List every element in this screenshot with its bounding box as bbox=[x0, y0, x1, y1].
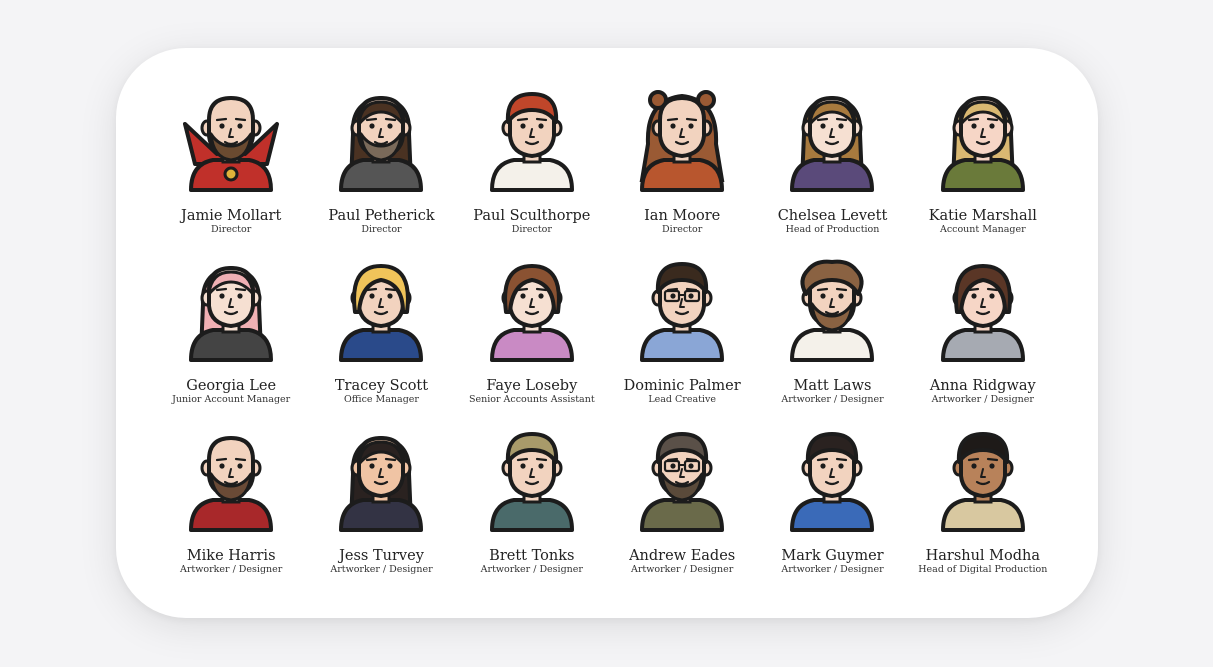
team-member: Katie Marshall Account Manager bbox=[908, 84, 1058, 254]
member-name: Jamie Mollart bbox=[181, 208, 282, 224]
member-role: Artworker / Designer bbox=[631, 564, 734, 575]
team-member: Ian Moore Director bbox=[607, 84, 757, 254]
member-role: Artworker / Designer bbox=[781, 394, 884, 405]
member-role: Head of Production bbox=[785, 224, 880, 235]
team-member: Georgia Lee Junior Account Manager bbox=[156, 254, 306, 424]
member-name: Faye Loseby bbox=[486, 378, 578, 394]
member-name: Paul Petherick bbox=[328, 208, 435, 224]
team-member: Dominic Palmer Lead Creative bbox=[607, 254, 757, 424]
member-name: Mark Guymer bbox=[781, 548, 884, 564]
member-name: Mike Harris bbox=[186, 548, 276, 564]
member-name: Chelsea Levett bbox=[777, 208, 888, 224]
team-member: Harshul Modha Head of Digital Production bbox=[908, 424, 1058, 594]
member-name: Dominic Palmer bbox=[623, 378, 741, 394]
member-role: Director bbox=[662, 224, 703, 235]
curly-hair-beard-avatar-icon bbox=[772, 254, 892, 366]
team-member: Jamie Mollart Director bbox=[156, 84, 306, 254]
team-member: Matt Laws Artworker / Designer bbox=[757, 254, 907, 424]
spiky-hair-avatar-icon bbox=[472, 424, 592, 536]
sorcerer-avatar-icon bbox=[171, 84, 291, 196]
team-member: Faye Loseby Senior Accounts Assistant bbox=[457, 254, 607, 424]
team-card: Jamie Mollart Director Paul Petherick Di… bbox=[116, 48, 1098, 618]
member-role: Director bbox=[511, 224, 552, 235]
ponytail-avatar-icon bbox=[472, 254, 592, 366]
member-name: Jess Turvey bbox=[339, 548, 424, 564]
team-member: Jess Turvey Artworker / Designer bbox=[306, 424, 456, 594]
member-role: Director bbox=[361, 224, 402, 235]
member-role: Senior Accounts Assistant bbox=[468, 394, 595, 405]
team-member: Anna Ridgway Artworker / Designer bbox=[908, 254, 1058, 424]
team-member: Andrew Eades Artworker / Designer bbox=[607, 424, 757, 594]
hoodie-glasses-avatar-icon bbox=[622, 424, 742, 536]
member-name: Brett Tonks bbox=[489, 548, 575, 564]
red-hair-avatar-icon bbox=[472, 84, 592, 196]
member-role: Artworker / Designer bbox=[781, 564, 884, 575]
member-name: Katie Marshall bbox=[928, 208, 1037, 224]
blue-plaid-avatar-icon bbox=[772, 424, 892, 536]
blonde-long-hair-avatar-icon bbox=[923, 84, 1043, 196]
team-member: Chelsea Levett Head of Production bbox=[757, 84, 907, 254]
long-brown-hair-avatar-icon bbox=[772, 84, 892, 196]
member-role: Director bbox=[211, 224, 252, 235]
team-member: Paul Petherick Director bbox=[306, 84, 456, 254]
member-name: Matt Laws bbox=[793, 378, 872, 394]
member-name: Harshul Modha bbox=[925, 548, 1041, 564]
member-role: Account Manager bbox=[939, 224, 1026, 235]
team-member: Paul Sculthorpe Director bbox=[457, 84, 607, 254]
member-role: Artworker / Designer bbox=[180, 564, 283, 575]
member-role: Artworker / Designer bbox=[931, 394, 1034, 405]
check-shirt-avatar-icon bbox=[923, 424, 1043, 536]
bald-beard-avatar-icon bbox=[171, 424, 291, 536]
member-name: Paul Sculthorpe bbox=[473, 208, 591, 224]
black-long-hair-avatar-icon bbox=[321, 424, 441, 536]
pink-hair-avatar-icon bbox=[171, 254, 291, 366]
team-member: Mike Harris Artworker / Designer bbox=[156, 424, 306, 594]
team-grid: Jamie Mollart Director Paul Petherick Di… bbox=[156, 84, 1058, 594]
glasses-plaid-avatar-icon bbox=[622, 254, 742, 366]
member-name: Andrew Eades bbox=[629, 548, 736, 564]
member-role: Office Manager bbox=[344, 394, 419, 405]
member-role: Lead Creative bbox=[648, 394, 716, 405]
member-role: Junior Account Manager bbox=[172, 394, 291, 405]
long-hair-beard-avatar-icon bbox=[321, 84, 441, 196]
team-member: Tracey Scott Office Manager bbox=[306, 254, 456, 424]
brown-bob-avatar-icon bbox=[923, 254, 1043, 366]
blonde-bob-avatar-icon bbox=[321, 254, 441, 366]
team-member: Brett Tonks Artworker / Designer bbox=[457, 424, 607, 594]
member-role: Artworker / Designer bbox=[330, 564, 433, 575]
member-role: Artworker / Designer bbox=[480, 564, 583, 575]
member-name: Tracey Scott bbox=[334, 378, 429, 394]
member-name: Georgia Lee bbox=[186, 378, 277, 394]
member-name: Anna Ridgway bbox=[929, 378, 1036, 394]
member-name: Ian Moore bbox=[644, 208, 721, 224]
bear-hood-avatar-icon bbox=[622, 84, 742, 196]
member-role: Head of Digital Production bbox=[918, 564, 1048, 575]
team-member: Mark Guymer Artworker / Designer bbox=[757, 424, 907, 594]
